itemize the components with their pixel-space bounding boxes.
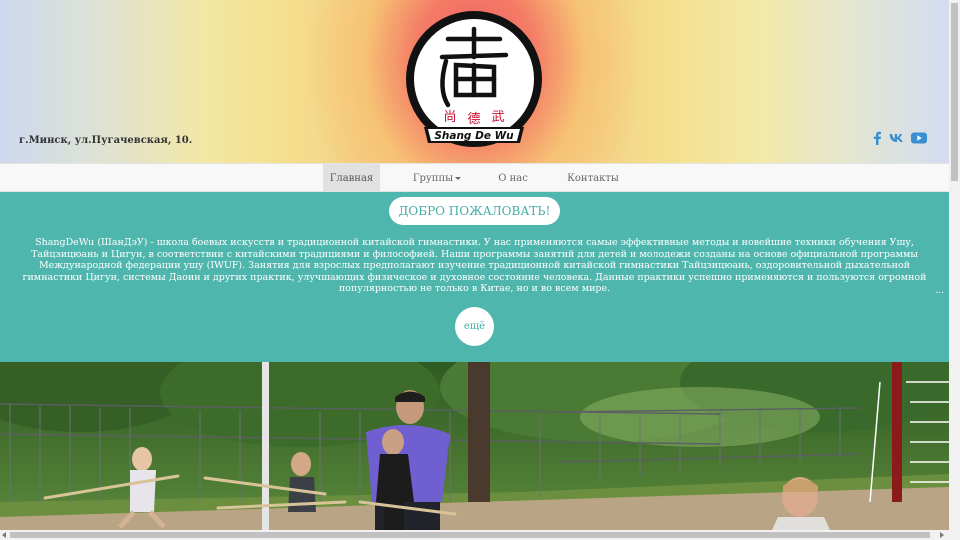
svg-text:尚: 尚: [443, 110, 456, 125]
chevron-down-icon: [455, 177, 462, 180]
scroll-left-arrow-icon[interactable]: [2, 532, 6, 538]
hero-photo: [0, 362, 949, 530]
horizontal-scrollbar-thumb[interactable]: [10, 532, 930, 538]
more-button[interactable]: ещё: [455, 307, 494, 346]
horizontal-scrollbar[interactable]: [0, 530, 949, 540]
address-text: г.Минск, ул.Пугачевская, 10.: [19, 135, 193, 146]
nav-about[interactable]: О нас: [487, 164, 539, 191]
svg-text:武: 武: [491, 110, 504, 125]
ellipsis: ...: [935, 286, 944, 296]
welcome-section: ДОБРО ПОЖАЛОВАТЬ! ShangDeWu (ШанДэУ) - ш…: [0, 192, 949, 362]
nav-contacts[interactable]: Контакты: [557, 164, 629, 191]
main-nav: Главная Группы О нас Контакты: [0, 163, 949, 192]
site-header: г.Минск, ул.Пугачевская, 10. 尚 德 武 Shang…: [0, 0, 949, 163]
vertical-scrollbar-thumb[interactable]: [951, 3, 958, 181]
scroll-right-arrow-icon[interactable]: [940, 532, 944, 538]
nav-groups[interactable]: Группы: [402, 164, 472, 191]
shangdewu-logo[interactable]: 尚 德 武 Shang De Wu: [404, 9, 544, 149]
facebook-icon[interactable]: [872, 131, 882, 145]
vertical-scrollbar[interactable]: [949, 0, 960, 540]
vk-icon[interactable]: [889, 133, 905, 143]
nav-groups-label: Группы: [412, 173, 454, 184]
welcome-title: ДОБРО ПОЖАЛОВАТЬ!: [389, 197, 560, 225]
youtube-icon[interactable]: [911, 132, 927, 144]
page: г.Минск, ул.Пугачевская, 10. 尚 德 武 Shang…: [0, 0, 949, 540]
welcome-text: ShangDeWu (ШанДэУ) - школа боевых искусс…: [22, 237, 927, 295]
svg-text:德: 德: [467, 112, 480, 127]
nav-home[interactable]: Главная: [323, 164, 380, 191]
svg-text:Shang De Wu: Shang De Wu: [434, 130, 514, 142]
